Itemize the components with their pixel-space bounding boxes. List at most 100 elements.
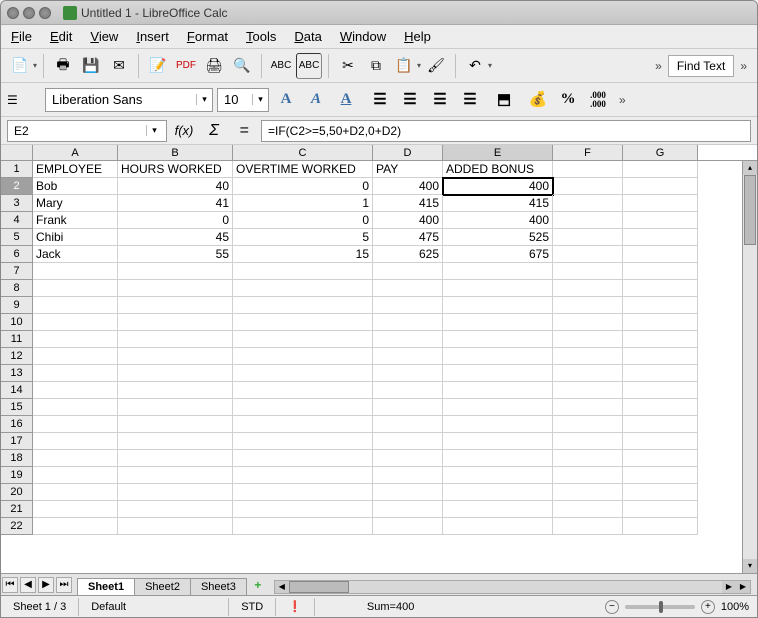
cell-B13[interactable] bbox=[118, 365, 233, 382]
cell-G2[interactable] bbox=[623, 178, 698, 195]
equals-button[interactable]: = bbox=[231, 120, 257, 142]
cell-D19[interactable] bbox=[373, 467, 443, 484]
font-size-combo[interactable]: ▾ bbox=[217, 88, 269, 112]
cell-D12[interactable] bbox=[373, 348, 443, 365]
cell-F15[interactable] bbox=[553, 399, 623, 416]
cell-G19[interactable] bbox=[623, 467, 698, 484]
cell-E22[interactable] bbox=[443, 518, 553, 535]
cell-A8[interactable] bbox=[33, 280, 118, 297]
cell-A6[interactable]: Jack bbox=[33, 246, 118, 263]
cell-C9[interactable] bbox=[233, 297, 373, 314]
cell-B12[interactable] bbox=[118, 348, 233, 365]
menu-view[interactable]: View bbox=[90, 29, 118, 44]
styles-button[interactable]: ☰ bbox=[7, 93, 37, 107]
cell-D22[interactable] bbox=[373, 518, 443, 535]
cell-F12[interactable] bbox=[553, 348, 623, 365]
cell-C8[interactable] bbox=[233, 280, 373, 297]
col-header-G[interactable]: G bbox=[623, 145, 698, 160]
select-all-corner[interactable] bbox=[1, 145, 33, 160]
cell-E2[interactable]: 400 bbox=[443, 178, 553, 195]
grid-body[interactable]: 1EMPLOYEEHOURS WORKEDOVERTIME WORKEDPAYA… bbox=[1, 161, 742, 573]
currency-button[interactable]: 💰 bbox=[525, 87, 551, 113]
font-size-input[interactable] bbox=[218, 92, 252, 107]
sum-button[interactable]: Σ bbox=[201, 120, 227, 142]
cell-E21[interactable] bbox=[443, 501, 553, 518]
cell-D16[interactable] bbox=[373, 416, 443, 433]
chevron-down-icon[interactable]: ▾ bbox=[196, 94, 212, 105]
cell-F3[interactable] bbox=[553, 195, 623, 212]
sheet-last-button[interactable]: ⏭ bbox=[56, 577, 72, 593]
cell-G16[interactable] bbox=[623, 416, 698, 433]
cell-E18[interactable] bbox=[443, 450, 553, 467]
cell-G20[interactable] bbox=[623, 484, 698, 501]
cell-A15[interactable] bbox=[33, 399, 118, 416]
cell-F17[interactable] bbox=[553, 433, 623, 450]
cell-E10[interactable] bbox=[443, 314, 553, 331]
cell-F10[interactable] bbox=[553, 314, 623, 331]
cell-D9[interactable] bbox=[373, 297, 443, 314]
cell-D17[interactable] bbox=[373, 433, 443, 450]
name-box[interactable]: ▾ bbox=[7, 120, 167, 142]
cell-E20[interactable] bbox=[443, 484, 553, 501]
cell-G6[interactable] bbox=[623, 246, 698, 263]
cell-G13[interactable] bbox=[623, 365, 698, 382]
cell-D15[interactable] bbox=[373, 399, 443, 416]
decimal-button[interactable]: .000.000 bbox=[585, 87, 611, 113]
row-header-3[interactable]: 3 bbox=[1, 195, 33, 212]
cell-C12[interactable] bbox=[233, 348, 373, 365]
cell-G10[interactable] bbox=[623, 314, 698, 331]
paste-button[interactable]: 📋 bbox=[391, 53, 417, 79]
cell-B1[interactable]: HOURS WORKED bbox=[118, 161, 233, 178]
cell-C5[interactable]: 5 bbox=[233, 229, 373, 246]
underline-button[interactable]: A bbox=[333, 87, 359, 113]
cell-F21[interactable] bbox=[553, 501, 623, 518]
cell-D3[interactable]: 415 bbox=[373, 195, 443, 212]
col-header-B[interactable]: B bbox=[118, 145, 233, 160]
print-direct-button[interactable]: 🖨 bbox=[201, 53, 227, 79]
row-header-6[interactable]: 6 bbox=[1, 246, 33, 263]
cell-D20[interactable] bbox=[373, 484, 443, 501]
cell-D1[interactable]: PAY bbox=[373, 161, 443, 178]
sheet-tab-sheet3[interactable]: Sheet3 bbox=[190, 578, 247, 595]
cell-E16[interactable] bbox=[443, 416, 553, 433]
cell-E14[interactable] bbox=[443, 382, 553, 399]
cell-C4[interactable]: 0 bbox=[233, 212, 373, 229]
row-header-5[interactable]: 5 bbox=[1, 229, 33, 246]
cell-E8[interactable] bbox=[443, 280, 553, 297]
cell-F11[interactable] bbox=[553, 331, 623, 348]
sheet-tab-sheet1[interactable]: Sheet1 bbox=[77, 578, 135, 595]
cell-A3[interactable]: Mary bbox=[33, 195, 118, 212]
cell-D13[interactable] bbox=[373, 365, 443, 382]
scroll-up-button[interactable]: ▴ bbox=[743, 161, 757, 175]
cell-A22[interactable] bbox=[33, 518, 118, 535]
cell-C3[interactable]: 1 bbox=[233, 195, 373, 212]
cell-C19[interactable] bbox=[233, 467, 373, 484]
pdf-button[interactable]: PDF bbox=[173, 53, 199, 79]
col-header-F[interactable]: F bbox=[553, 145, 623, 160]
function-wizard-button[interactable]: f(x) bbox=[171, 120, 197, 142]
mail-button[interactable]: ✉ bbox=[106, 53, 132, 79]
align-center-button[interactable]: ☰ bbox=[397, 87, 423, 113]
cell-G1[interactable] bbox=[623, 161, 698, 178]
cell-A7[interactable] bbox=[33, 263, 118, 280]
cell-G17[interactable] bbox=[623, 433, 698, 450]
cell-B20[interactable] bbox=[118, 484, 233, 501]
cell-A13[interactable] bbox=[33, 365, 118, 382]
cell-B3[interactable]: 41 bbox=[118, 195, 233, 212]
align-left-button[interactable]: ☰ bbox=[367, 87, 393, 113]
zoom-out-button[interactable]: − bbox=[605, 600, 619, 614]
row-header-15[interactable]: 15 bbox=[1, 399, 33, 416]
cell-G4[interactable] bbox=[623, 212, 698, 229]
cell-E5[interactable]: 525 bbox=[443, 229, 553, 246]
cell-A19[interactable] bbox=[33, 467, 118, 484]
cell-G9[interactable] bbox=[623, 297, 698, 314]
cell-F2[interactable] bbox=[553, 178, 623, 195]
cell-C2[interactable]: 0 bbox=[233, 178, 373, 195]
cell-C11[interactable] bbox=[233, 331, 373, 348]
row-header-14[interactable]: 14 bbox=[1, 382, 33, 399]
col-header-E[interactable]: E bbox=[443, 145, 553, 160]
cell-B6[interactable]: 55 bbox=[118, 246, 233, 263]
edit-button[interactable]: 📝 bbox=[145, 53, 171, 79]
col-header-A[interactable]: A bbox=[33, 145, 118, 160]
row-header-4[interactable]: 4 bbox=[1, 212, 33, 229]
